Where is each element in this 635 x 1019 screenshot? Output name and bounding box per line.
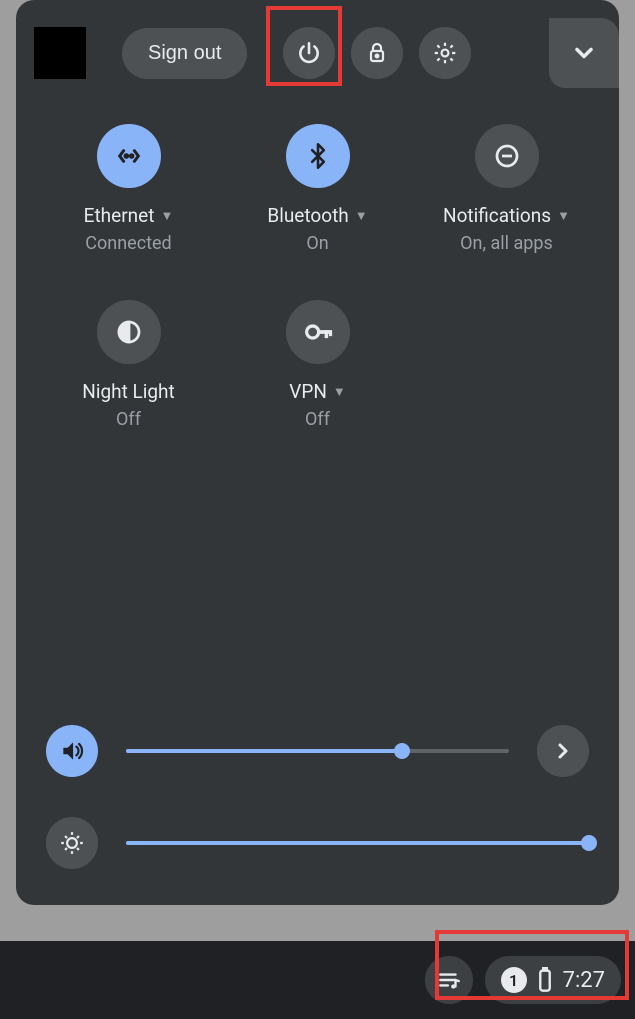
volume-icon [59, 738, 85, 764]
music-queue-icon [436, 967, 462, 993]
shelf: 1 7:27 [0, 941, 635, 1019]
brightness-row [46, 817, 589, 869]
brightness-button[interactable] [46, 817, 98, 869]
quick-tiles: Ethernet▼ Connected Bluetooth▼ On Notifi… [34, 124, 601, 430]
tile-night-light[interactable]: Night Light Off [34, 300, 223, 430]
power-icon [296, 40, 322, 66]
tile-bluetooth[interactable]: Bluetooth▼ On [223, 124, 412, 254]
status-tray[interactable]: 1 7:27 [485, 956, 621, 1004]
tile-ethernet-status: Connected [85, 233, 171, 254]
night-light-icon [97, 300, 161, 364]
sliders-section [46, 685, 589, 869]
vpn-icon [286, 300, 350, 364]
volume-button[interactable] [46, 725, 98, 777]
quick-settings-panel: Sign out Ethernet▼ Connected Blu [16, 0, 619, 905]
power-button[interactable] [283, 27, 335, 79]
header-row: Sign out [34, 18, 601, 88]
tile-vpn[interactable]: VPN▼ Off [223, 300, 412, 430]
tile-vpn-label: VPN▼ [289, 380, 346, 403]
brightness-slider[interactable] [126, 841, 589, 845]
battery-icon [537, 967, 553, 993]
sign-out-button[interactable]: Sign out [122, 28, 247, 79]
notifications-icon [475, 124, 539, 188]
lock-button[interactable] [351, 27, 403, 79]
tile-vpn-status: Off [305, 409, 330, 430]
tile-notifications[interactable]: Notifications▼ On, all apps [412, 124, 601, 254]
tile-notifications-status: On, all apps [460, 233, 553, 254]
settings-button[interactable] [419, 27, 471, 79]
media-controls-button[interactable] [425, 956, 473, 1004]
lock-icon [365, 41, 389, 65]
collapse-button[interactable] [549, 18, 619, 88]
bluetooth-icon [286, 124, 350, 188]
audio-settings-button[interactable] [537, 725, 589, 777]
tile-notifications-label: Notifications▼ [443, 204, 570, 227]
tile-ethernet[interactable]: Ethernet▼ Connected [34, 124, 223, 254]
chevron-down-icon [570, 39, 598, 67]
tile-bluetooth-label: Bluetooth▼ [267, 204, 367, 227]
notification-badge: 1 [501, 967, 527, 993]
tile-bluetooth-status: On [306, 233, 328, 254]
chevron-right-icon [551, 739, 575, 763]
volume-row [46, 725, 589, 777]
tile-night-light-status: Off [116, 409, 141, 430]
tile-night-light-label: Night Light [82, 380, 174, 403]
volume-slider[interactable] [126, 749, 509, 753]
tile-ethernet-label: Ethernet▼ [84, 204, 174, 227]
gear-icon [432, 40, 458, 66]
user-avatar[interactable] [34, 27, 86, 79]
brightness-icon [59, 830, 85, 856]
ethernet-icon [97, 124, 161, 188]
clock: 7:27 [563, 968, 605, 993]
